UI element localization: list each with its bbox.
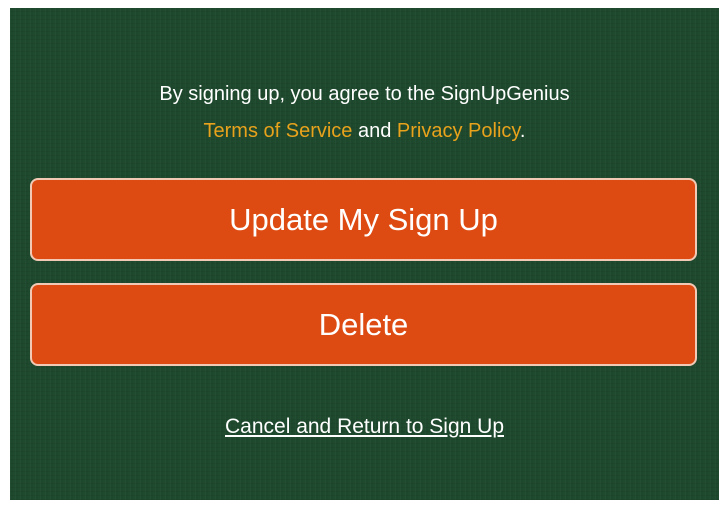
cancel-return-link[interactable]: Cancel and Return to Sign Up [225,415,504,438]
and-text: and [352,120,397,142]
agreement-line: By signing up, you agree to the SignUpGe… [159,83,570,105]
terms-agreement-text: By signing up, you agree to the SignUpGe… [10,76,719,150]
terms-of-service-link[interactable]: Terms of Service [204,120,353,142]
agreement-links-line: Terms of Service and Privacy Policy. [10,113,719,150]
cancel-return-container: Cancel and Return to Sign Up [10,415,719,439]
privacy-policy-link[interactable]: Privacy Policy [397,120,520,142]
update-signup-button[interactable]: Update My Sign Up [30,178,697,261]
delete-button[interactable]: Delete [30,283,697,366]
period-text: . [519,120,526,142]
update-signup-button-label: Update My Sign Up [229,201,498,237]
signup-confirmation-screen: By signing up, you agree to the SignUpGe… [10,8,719,500]
delete-button-label: Delete [318,306,409,342]
